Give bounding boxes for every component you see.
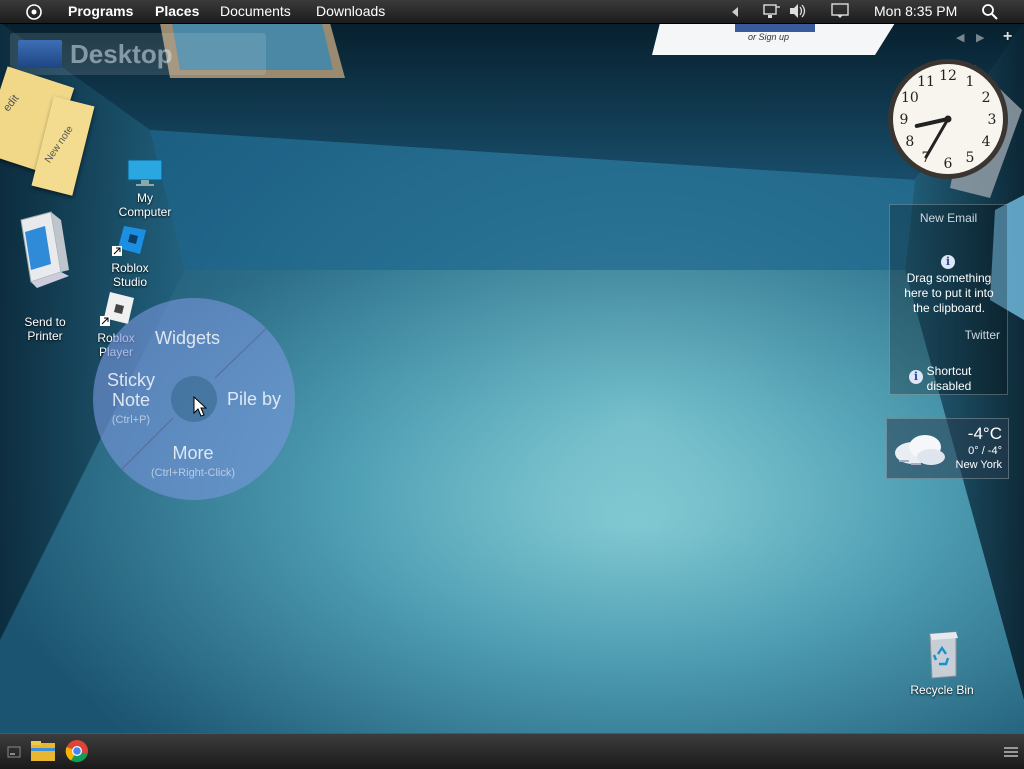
radial-more-shortcut: (Ctrl+Right-Click) (150, 467, 236, 479)
my-computer-shortcut[interactable]: My Computer (112, 158, 178, 219)
clock-numeral: 6 (944, 156, 953, 172)
clock-numeral: 11 (917, 74, 935, 90)
recycle-bin-icon (929, 631, 958, 679)
show-desktop-icon[interactable] (7, 745, 21, 763)
shortcut-status: Shortcut disabled (926, 364, 972, 393)
recycle-bin-shortcut[interactable]: Recycle Bin (906, 630, 978, 697)
monitor-icon (127, 159, 163, 186)
weather-temperature: -4°C (967, 424, 1002, 443)
file-explorer-icon[interactable] (30, 739, 56, 768)
radial-more[interactable]: More (Ctrl+Right-Click) (143, 443, 243, 483)
network-icon[interactable] (763, 3, 781, 22)
desktop-title-bar[interactable]: Desktop (10, 33, 266, 75)
bottom-taskbar (0, 733, 1024, 769)
menu-documents[interactable]: Documents (220, 3, 291, 19)
roblox-studio-icon (112, 226, 146, 256)
prev-arrow-icon[interactable]: ◀ (956, 31, 964, 44)
clock-numeral: 9 (900, 112, 909, 128)
recycle-bin-label: Recycle Bin (910, 683, 974, 697)
menu-downloads[interactable]: Downloads (316, 3, 385, 19)
radial-sticky-note[interactable]: Sticky Note (Ctrl+P) (99, 370, 163, 430)
clock-numeral: 1 (966, 74, 975, 90)
twitter-link[interactable]: Twitter (890, 328, 1000, 342)
taskbar-menu-icon[interactable] (1004, 745, 1018, 763)
mouse-cursor-icon (193, 396, 207, 417)
weather-city: New York (955, 459, 1002, 471)
radial-pile-by[interactable]: Pile by (227, 389, 281, 410)
clipboard-widget[interactable]: New Email i Drag something here to put i… (889, 204, 1008, 395)
notifications-icon[interactable] (831, 3, 849, 22)
info-icon: i (941, 255, 955, 269)
weather-widget[interactable]: -4°C 0° / -4° New York (886, 418, 1009, 479)
system-clock[interactable]: Mon 8:35 PM (874, 3, 957, 19)
clock-numeral: 10 (901, 90, 919, 106)
roblox-studio-shortcut[interactable]: Roblox Studio (100, 222, 160, 289)
sticky-note-text: edit (1, 92, 22, 115)
new-email-link[interactable]: New Email (890, 211, 1007, 225)
next-arrow-icon[interactable]: ▶ (976, 31, 984, 44)
printer-icon (20, 211, 69, 288)
launcher-icon[interactable] (25, 3, 43, 24)
desktop-title: Desktop (70, 39, 173, 69)
radial-sticky-shortcut: (Ctrl+P) (111, 414, 151, 426)
search-icon[interactable] (981, 3, 999, 24)
clock-numeral: 4 (982, 134, 991, 150)
radial-widgets[interactable]: Widgets (155, 328, 220, 349)
clock-numeral: 8 (905, 134, 914, 150)
clock-numeral: 2 (982, 90, 991, 106)
clipboard-hint: Drag something here to put it into the c… (904, 271, 994, 315)
add-widget-icon[interactable]: + (1003, 28, 1012, 46)
menu-programs[interactable]: Programs (68, 3, 133, 19)
roblox-studio-label: Roblox Studio (111, 261, 149, 289)
info-icon: i (909, 370, 923, 384)
send-to-printer-shortcut[interactable]: Send to Printer (12, 210, 78, 343)
weather-range: 0° / -4° (968, 445, 1002, 457)
sticky-note-text: New note (42, 123, 76, 166)
volume-icon[interactable] (789, 3, 807, 22)
clock-numeral: 5 (966, 150, 975, 166)
top-menu-bar: Programs Places Documents Downloads Mon … (0, 0, 1024, 24)
menu-places[interactable]: Places (155, 3, 199, 19)
tray-expand-icon[interactable] (731, 5, 739, 21)
my-computer-label: My Computer (118, 191, 172, 219)
radial-more-label: More (172, 443, 214, 463)
desktop-icon (18, 40, 62, 68)
clock-numeral: 12 (939, 68, 957, 84)
cloudy-weather-icon (895, 435, 945, 465)
analog-clock-widget[interactable]: 121234567891011 (886, 57, 1010, 181)
signup-link[interactable]: or Sign up (748, 32, 789, 42)
chrome-icon[interactable] (65, 739, 89, 768)
radial-sticky-note-label: Sticky Note (106, 370, 155, 410)
clock-numeral: 3 (988, 112, 997, 128)
